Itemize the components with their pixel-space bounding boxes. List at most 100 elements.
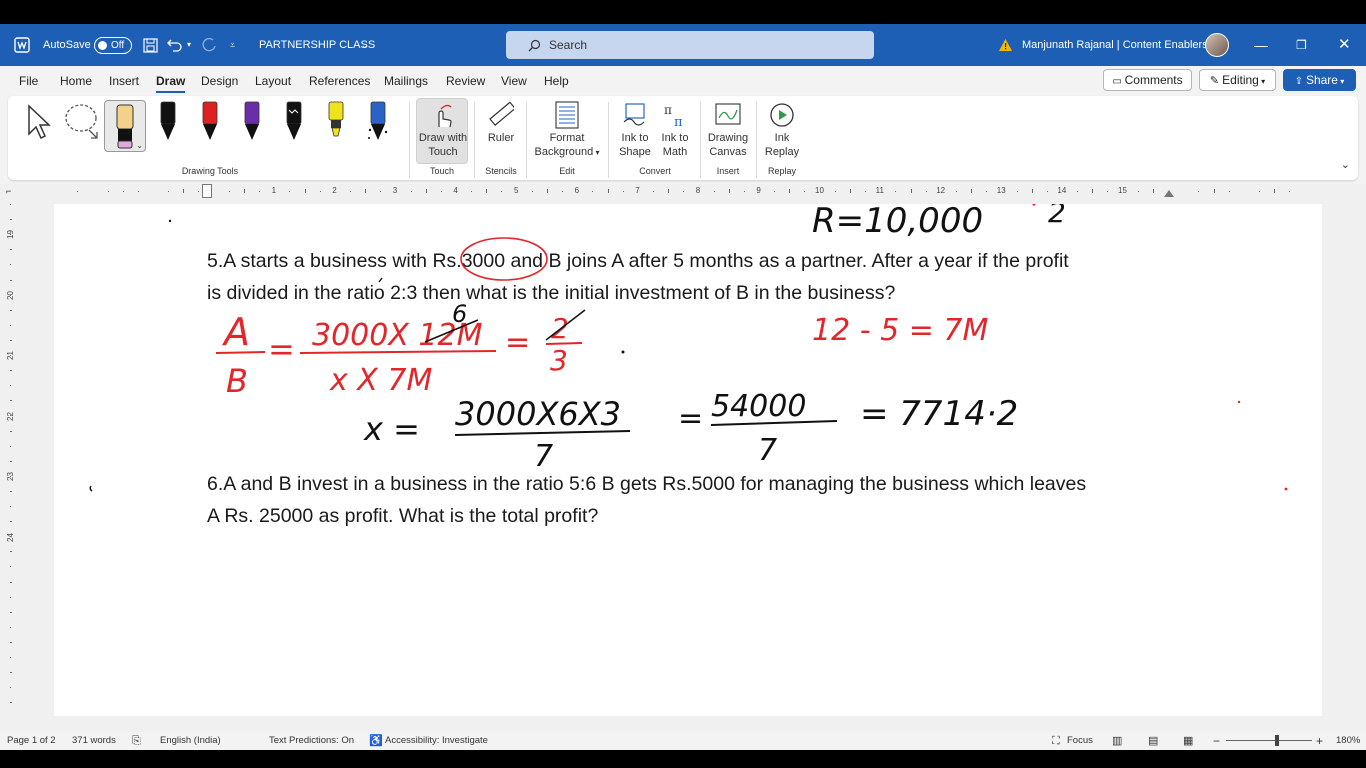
pen-1[interactable]	[156, 100, 180, 146]
document-title[interactable]: PARTNERSHIP CLASS	[259, 24, 375, 66]
restore-icon[interactable]: ❐	[1296, 24, 1307, 66]
user-avatar[interactable]	[1205, 33, 1229, 57]
zoom-slider[interactable]	[1226, 735, 1312, 746]
ruler-number: 13	[996, 186, 1006, 195]
read-mode-icon[interactable]: ▥	[1112, 732, 1122, 750]
tab-mailings[interactable]: Mailings	[384, 66, 428, 96]
customize-qat-icon[interactable]: ⩡	[230, 24, 235, 66]
eraser-chevron-icon[interactable]: ⌄	[136, 141, 143, 150]
close-icon[interactable]: ✕	[1338, 24, 1351, 66]
draw-with-touch-button[interactable]: Draw with Touch	[416, 98, 468, 164]
autosave-toggle[interactable]: Off	[94, 37, 132, 54]
autosave-label: AutoSave	[43, 39, 91, 51]
format-background-button[interactable]: Format Background ▾	[532, 98, 602, 160]
title-chevron-icon[interactable]: ⌄	[361, 24, 369, 66]
language[interactable]: English (India)	[160, 732, 221, 750]
ruler-number: 15	[1118, 186, 1127, 195]
search-icon	[528, 39, 541, 52]
word-logo-icon[interactable]	[14, 37, 30, 53]
vertical-ruler-tick	[10, 204, 11, 205]
ink-to-shape-button[interactable]: Ink to Shape	[614, 98, 656, 160]
pen-4[interactable]	[282, 100, 306, 146]
tab-references[interactable]: References	[309, 66, 370, 96]
pen-icon	[368, 101, 388, 140]
word-window: AutoSave Off ▾ ⩡ PARTNERSHIP CLASS ⌄ Man…	[0, 0, 1366, 768]
vertical-ruler-tick	[10, 475, 11, 477]
ruler-tick	[319, 191, 321, 192]
undo-dropdown-icon[interactable]: ▾	[187, 24, 191, 66]
ruler-tick	[1016, 191, 1018, 192]
accessibility-status[interactable]: Accessibility: Investigate	[385, 732, 488, 750]
lasso-select-icon[interactable]	[63, 102, 101, 140]
ruler-number: 8	[695, 186, 701, 195]
ruler-tick	[1137, 191, 1139, 192]
tab-design[interactable]: Design	[201, 66, 238, 96]
ruler-tick	[895, 191, 897, 192]
ribbon-collapse-icon[interactable]: ⌄	[1341, 158, 1350, 171]
zoom-out-icon[interactable]: −	[1213, 732, 1220, 750]
tab-selector-icon[interactable]: ⌐	[6, 186, 11, 196]
tab-file[interactable]: File	[19, 66, 38, 96]
word-count[interactable]: 371 words	[72, 732, 116, 750]
vertical-ruler-tick	[10, 566, 11, 568]
group-convert-label: Convert	[639, 166, 671, 176]
ruler-tick	[562, 191, 564, 192]
minimize-icon[interactable]: —	[1254, 24, 1268, 66]
tab-layout[interactable]: Layout	[255, 66, 291, 96]
question-5[interactable]: 5.A starts a business with Rs.3000 and B…	[207, 245, 1177, 309]
eraser-tool[interactable]: ⌄	[104, 100, 146, 152]
question-6[interactable]: 6.A and B invest in a business in the ra…	[207, 468, 1177, 532]
ruler-tick	[955, 191, 957, 192]
tab-review[interactable]: Review	[446, 66, 485, 96]
share-label: Share	[1305, 73, 1338, 87]
vertical-ruler[interactable]: 192021222324	[4, 204, 18, 720]
proofing-icon[interactable]: ⎘	[132, 732, 141, 750]
zoom-in-icon[interactable]: +	[1316, 732, 1323, 750]
accessibility-icon[interactable]: ♿	[369, 732, 383, 750]
pen-6[interactable]	[366, 100, 390, 146]
user-name[interactable]: Manjunath Rajanal | Content Enablers	[1022, 24, 1208, 66]
focus-label[interactable]: Focus	[1067, 732, 1093, 750]
undo-icon[interactable]	[167, 38, 183, 52]
tab-home[interactable]: Home	[60, 66, 92, 96]
drawing-canvas-line1: Drawing	[707, 132, 749, 144]
group-touch-label: Touch	[429, 166, 455, 176]
horizontal-ruler[interactable]: ⌐ 1 2 3 4 5 6 7 8 9 10 11 12 13 14 15	[0, 184, 1366, 204]
drawing-canvas-button[interactable]: Drawing Canvas	[704, 98, 752, 160]
zoom-level[interactable]: 180%	[1336, 732, 1360, 750]
ruler-button[interactable]: Ruler	[480, 98, 522, 158]
tab-view[interactable]: View	[501, 66, 527, 96]
ruler-tick	[834, 191, 836, 192]
ink-to-math-button[interactable]: ππ Ink to Math	[654, 98, 696, 160]
indent-marker-icon[interactable]	[202, 184, 212, 198]
redo-icon[interactable]	[201, 38, 217, 52]
share-button[interactable]: ⇪ Share ▾	[1283, 69, 1356, 91]
pen-3[interactable]	[240, 100, 264, 146]
zoom-slider-thumb[interactable]	[1275, 735, 1279, 746]
comments-button[interactable]: ▭ Comments	[1103, 69, 1192, 91]
chevron-down-icon: ▾	[1337, 77, 1345, 86]
toggle-knob	[98, 41, 107, 50]
select-arrow-icon[interactable]	[26, 104, 52, 140]
save-icon[interactable]	[143, 38, 158, 53]
pen-icon	[328, 101, 344, 137]
web-layout-icon[interactable]: ▦	[1183, 732, 1193, 750]
search-box[interactable]: Search	[506, 31, 874, 59]
right-indent-marker-icon[interactable]	[1164, 190, 1174, 197]
tab-help[interactable]: Help	[544, 66, 569, 96]
page-count[interactable]: Page 1 of 2	[7, 732, 56, 750]
tab-insert[interactable]: Insert	[109, 66, 139, 96]
focus-icon[interactable]: ⛶	[1052, 732, 1060, 750]
editing-mode-button[interactable]: ✎ Editing ▾	[1199, 69, 1276, 91]
ruler-tick	[77, 191, 79, 192]
print-layout-icon[interactable]: ▤	[1148, 732, 1158, 750]
ruler-tick	[1228, 191, 1230, 192]
ink-replay-button[interactable]: Ink Replay	[760, 98, 804, 160]
ruler-number: 12	[936, 186, 946, 195]
pen-2[interactable]	[198, 100, 222, 146]
ruler-tick	[1107, 191, 1109, 192]
pen-5[interactable]	[324, 100, 348, 146]
text-predictions[interactable]: Text Predictions: On	[269, 732, 354, 750]
vertical-ruler-tick	[10, 219, 12, 221]
tab-draw[interactable]: Draw	[156, 66, 186, 96]
